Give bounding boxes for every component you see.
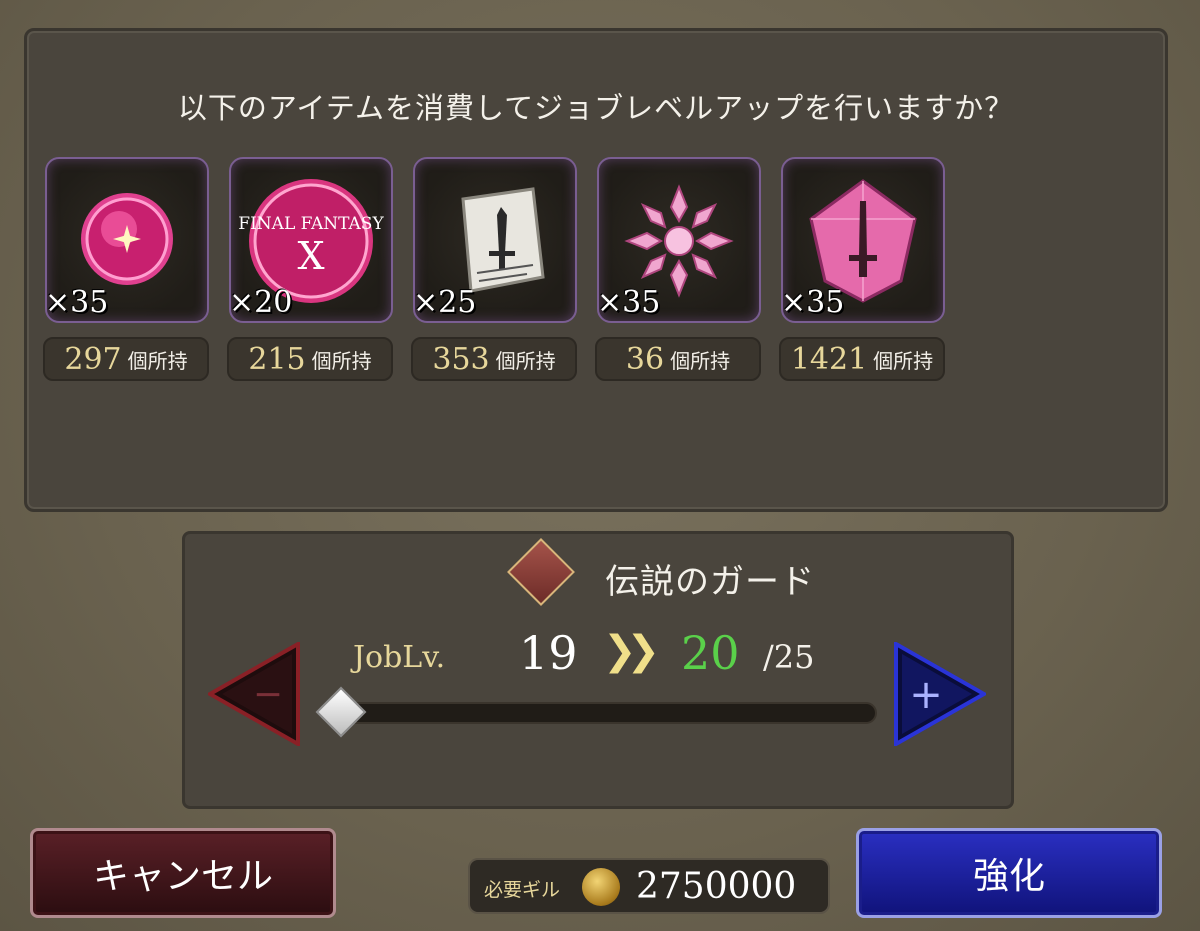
enhance-button[interactable]: 強化: [856, 828, 1162, 918]
item-owned-count: 297: [64, 341, 122, 377]
job-class-icon: [507, 538, 575, 606]
item-owned-unit: 個所持: [127, 348, 188, 373]
confirm-prompt: 以下のアイテムを消費してジョブレベルアップを行いますか？: [177, 91, 1015, 125]
next-level: 20: [681, 626, 740, 680]
item-slot: FINAL FANTASY X ×20 215 個所持: [227, 157, 397, 385]
item-cost-panel: 以下のアイテムを消費してジョブレベルアップを行いますか？ ×35 297 個所持…: [24, 28, 1168, 512]
item-owned-unit: 個所持: [495, 348, 556, 373]
job-level-label: JobLv.: [353, 640, 446, 675]
level-slider-handle[interactable]: [315, 686, 367, 738]
item-cost: ×25: [413, 285, 477, 320]
item-cost: ×35: [781, 285, 845, 320]
item-owned-badge: 36 個所持: [595, 337, 761, 381]
item-cost: ×35: [45, 285, 109, 320]
item-owned-unit: 個所持: [873, 348, 934, 373]
current-level: 19: [519, 626, 578, 680]
cancel-button[interactable]: キャンセル: [30, 828, 336, 918]
required-gil-display: 必要ギル 2750000: [468, 858, 830, 914]
job-level-panel: 伝説のガード JobLv. 19 ❯❯ 20 /25: [182, 531, 1014, 809]
item-owned-count: 36: [625, 341, 665, 377]
gil-coin-icon: [582, 868, 620, 906]
left-arrow-icon: −: [205, 640, 300, 748]
job-name: 伝説のガード: [605, 562, 815, 602]
level-arrow-icon: ❯❯: [603, 628, 660, 674]
ffx-logo-text: FINAL FANTASY: [238, 214, 384, 234]
ffx-numeral: X: [297, 234, 324, 278]
item-slot: ×25 353 個所持: [411, 157, 581, 385]
item-owned-badge: 297 個所持: [43, 337, 209, 381]
item-owned-badge: 215 個所持: [227, 337, 393, 381]
item-slot: ×35 1421 個所持: [779, 157, 949, 385]
item-slot: ×35 36 個所持: [595, 157, 765, 385]
item-cost: ×35: [597, 285, 661, 320]
level-slider-track[interactable]: [331, 702, 877, 724]
item-owned-badge: 1421 個所持: [779, 337, 945, 381]
plus-icon: +: [909, 672, 943, 718]
item-slot: ×35 297 個所持: [43, 157, 213, 385]
required-gil-value: 2750000: [636, 866, 797, 907]
item-owned-count: 215: [248, 341, 306, 377]
increase-level-button[interactable]: +: [894, 640, 989, 748]
item-owned-count: 353: [432, 341, 490, 377]
item-cost: ×20: [229, 285, 293, 320]
decrease-level-button[interactable]: −: [205, 640, 300, 748]
max-level: /25: [763, 638, 815, 676]
item-owned-count: 1421: [790, 341, 868, 377]
item-owned-unit: 個所持: [311, 348, 372, 373]
required-gil-label: 必要ギル: [484, 879, 561, 901]
right-arrow-icon: +: [894, 640, 989, 748]
item-owned-badge: 353 個所持: [411, 337, 577, 381]
minus-icon: −: [253, 674, 283, 715]
item-owned-unit: 個所持: [670, 348, 731, 373]
